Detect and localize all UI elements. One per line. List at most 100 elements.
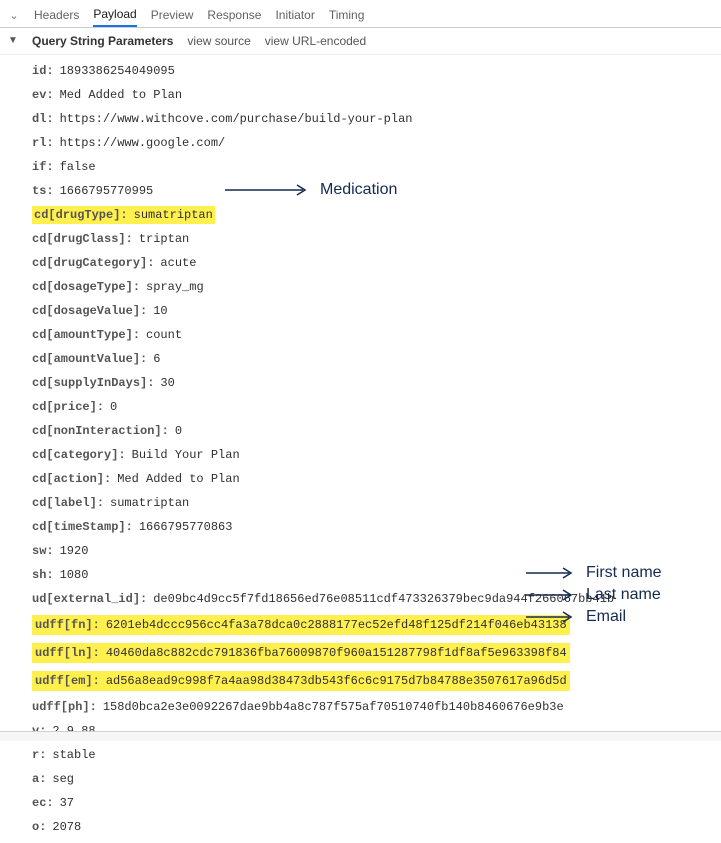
param-row: cd[drugType] sumatriptan [32,203,721,227]
param-row: evMed Added to Plan [32,83,721,107]
param-key: ev [32,86,54,104]
param-row: cd[category] Build Your Plan [32,443,721,467]
param-value: 0 [110,398,117,416]
param-row: cd[drugClass] triptan [32,227,721,251]
param-value: 1080 [60,566,89,584]
param-key: ec [32,794,54,812]
param-key: cd[drugCategory] [32,254,154,272]
param-key: cd[amountValue] [32,350,147,368]
param-key: cd[drugClass] [32,230,133,248]
param-key: a [32,770,46,788]
tab-preview[interactable]: Preview [151,4,194,26]
param-key: o [32,818,46,836]
view-url-encoded-link[interactable]: view URL-encoded [265,34,366,48]
param-value: sumatriptan [110,494,189,512]
param-value: 40460da8c882cdc791836fba76009870f960a151… [106,644,567,662]
tab-headers[interactable]: Headers [34,4,79,26]
param-value: triptan [139,230,189,248]
param-value: 1666795770863 [139,518,233,536]
param-value: stable [52,746,95,764]
param-value: 6201eb4dccc956cc4fa3a78dca0c2888177ec52e… [106,616,567,634]
param-row: cd[supplyInDays] 30 [32,371,721,395]
param-value: 6 [153,350,160,368]
param-key: ud[external_id] [32,590,147,608]
param-value: Med Added to Plan [117,470,239,488]
param-key: cd[action] [32,470,111,488]
param-row: sh 1080 [32,563,721,587]
collapse-caret-icon[interactable]: ⌄ [8,9,20,22]
param-key: cd[amountType] [32,326,140,344]
section-title: Query String Parameters [32,34,173,48]
tab-response[interactable]: Response [207,4,261,26]
param-row: udff[fn] 6201eb4dccc956cc4fa3a78dca0c2888… [32,611,721,639]
param-key: cd[nonInteraction] [32,422,169,440]
param-value: Build Your Plan [132,446,240,464]
devtools-tab-strip: ⌄ Headers Payload Preview Response Initi… [0,0,721,28]
param-key: cd[dosageType] [32,278,140,296]
param-row: cd[label] sumatriptan [32,491,721,515]
param-row: cd[amountType] count [32,323,721,347]
param-row: cd[dosageValue]10 [32,299,721,323]
param-key: cd[category] [32,446,126,464]
param-row: id 1893386254049095 [32,59,721,83]
param-key: cd[price] [32,398,104,416]
param-value: 30 [160,374,174,392]
param-row: aseg [32,767,721,791]
param-key: udff[ln] [35,644,100,662]
highlight: udff[ln] 40460da8c882cdc791836fba76009870… [32,643,570,663]
highlight: cd[drugType] sumatriptan [32,206,215,224]
param-row: rstable [32,743,721,767]
param-value: 1893386254049095 [60,62,175,80]
param-row: o 2078 [32,815,721,839]
tab-timing[interactable]: Timing [329,4,365,26]
param-key: if [32,158,54,176]
param-value: acute [160,254,196,272]
view-source-link[interactable]: view source [187,34,250,48]
param-value: 10 [153,302,167,320]
param-row: cd[drugCategory] acute [32,251,721,275]
param-value: 1920 [60,542,89,560]
param-value: false [60,158,96,176]
param-value: count [146,326,182,344]
param-value: 37 [60,794,74,812]
footer-bar [0,731,721,741]
section-caret-icon[interactable]: ▼ [8,35,18,46]
param-value: 0 [175,422,182,440]
param-key: sh [32,566,54,584]
param-key: cd[supplyInDays] [32,374,154,392]
param-row: udff[ph] 158d0bca2e3e0092267dae9bb4a8c787… [32,695,721,719]
param-value: spray_mg [146,278,204,296]
param-key: sw [32,542,54,560]
param-value: https://www.google.com/ [60,134,226,152]
tab-payload[interactable]: Payload [93,3,136,27]
param-key: udff[ph] [32,698,97,716]
param-row: sw 1920 [32,539,721,563]
param-key: cd[label] [32,494,104,512]
param-key: id [32,62,54,80]
param-key: ts [32,182,54,200]
param-value: sumatriptan [134,208,213,222]
param-row: dl https://www.withcove.com/purchase/buil… [32,107,721,131]
param-row: rl https://www.google.com/ [32,131,721,155]
highlight: udff[fn] 6201eb4dccc956cc4fa3a78dca0c2888… [32,615,570,635]
param-key: rl [32,134,54,152]
param-row: udff[em] ad56a8ead9c998f7a4aa98d38473db54… [32,667,721,695]
param-key: cd[timeStamp] [32,518,133,536]
param-key: udff[fn] [35,616,100,634]
param-row: cd[timeStamp] 1666795770863 [32,515,721,539]
param-row: cd[amountValue] 6 [32,347,721,371]
param-key: dl [32,110,54,128]
param-row: cd[action] Med Added to Plan [32,467,721,491]
param-row: ts1666795770995 [32,179,721,203]
param-row: udff[ln] 40460da8c882cdc791836fba76009870… [32,639,721,667]
query-string-section-header: ▼ Query String Parameters view source vi… [0,28,721,55]
param-row: cd[price] 0 [32,395,721,419]
param-value: ad56a8ead9c998f7a4aa98d38473db543f6c6c91… [106,672,567,690]
param-value: https://www.withcove.com/purchase/build-… [60,110,413,128]
param-key: cd[drugType] [34,208,128,222]
param-value: de09bc4d9cc5f7fd18656ed76e08511cdf473326… [153,590,614,608]
tab-initiator[interactable]: Initiator [275,4,314,26]
param-key: udff[em] [35,672,100,690]
param-value: 2078 [52,818,81,836]
param-value: 158d0bca2e3e0092267dae9bb4a8c787f575af70… [103,698,564,716]
